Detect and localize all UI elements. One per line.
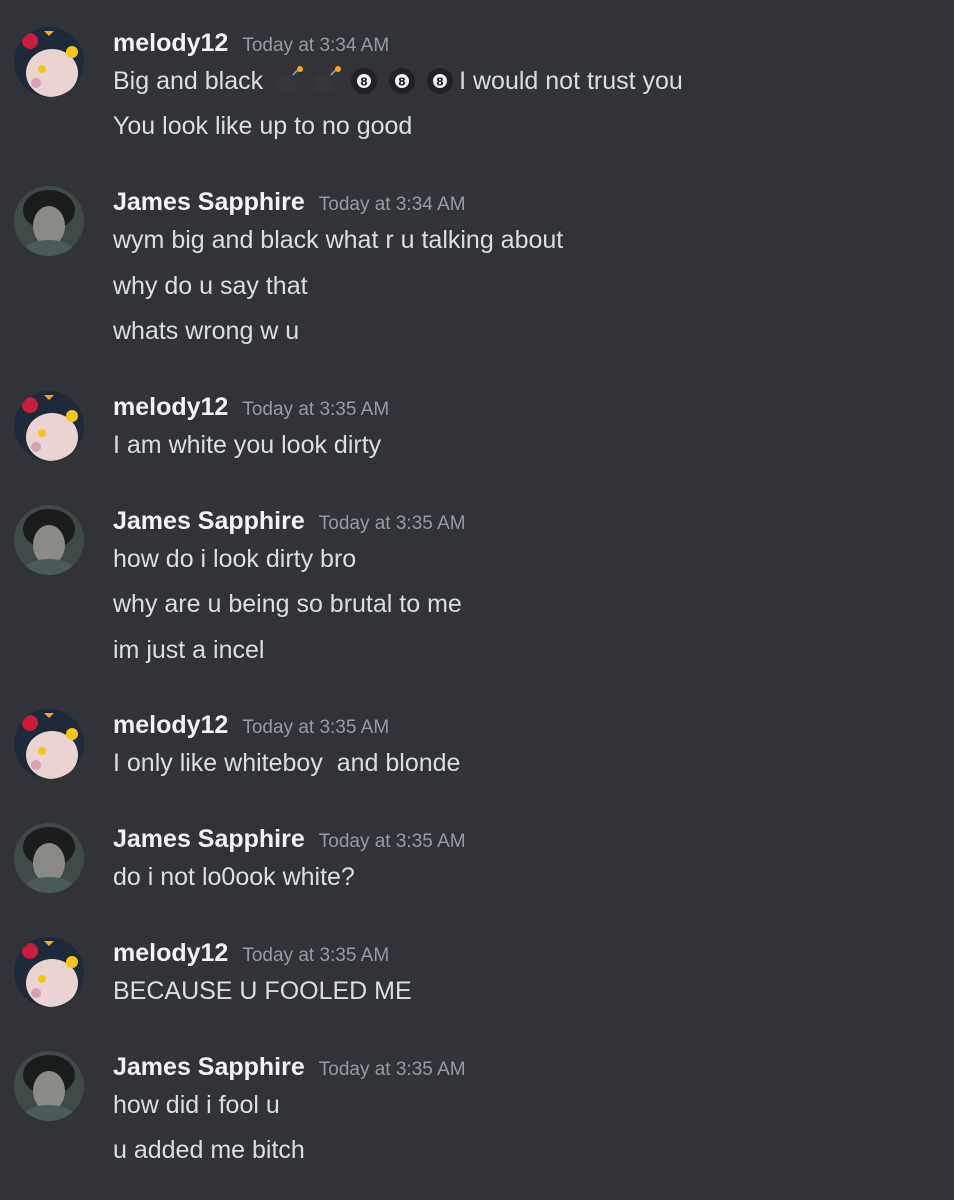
8ball-icon: 8 (349, 66, 379, 96)
message-text: why are u being so brutal to me (113, 590, 462, 618)
message-text: whats wrong w u (113, 317, 300, 345)
avatar-james-sapphire[interactable] (14, 823, 84, 893)
username[interactable]: melody12 (113, 391, 228, 423)
message-text: how did i fool u (113, 1091, 280, 1119)
avatar-james-sapphire[interactable] (14, 186, 84, 256)
avatar-melody12[interactable] (14, 391, 84, 461)
bomb-icon (311, 66, 342, 96)
message-text: I only like whiteboy and blonde (113, 749, 461, 777)
avatar-melody12[interactable] (14, 27, 84, 97)
timestamp: Today at 3:35 AM (318, 513, 466, 534)
svg-text:8: 8 (436, 76, 444, 89)
8ball-icon: 8 (387, 66, 417, 96)
message-text: how do i look dirty bro (113, 545, 357, 573)
timestamp: Today at 3:34 AM (318, 194, 466, 215)
message-text: BECAUSE U FOOLED ME (113, 977, 412, 1005)
avatar-melody12[interactable] (14, 709, 84, 779)
message-header: melody12 Today at 3:35 AM (113, 937, 389, 969)
avatar-melody12[interactable] (14, 937, 84, 1007)
timestamp: Today at 3:35 AM (242, 717, 390, 738)
message-text: I am white you look dirty (113, 431, 382, 459)
message-text: Big and black 8 8 8 I would not trust yo… (113, 65, 683, 97)
timestamp: Today at 3:34 AM (242, 35, 390, 56)
message-header: melody12 Today at 3:35 AM (113, 709, 389, 741)
message-text: You look like up to no good (113, 112, 413, 140)
message-header: James Sapphire Today at 3:34 AM (113, 186, 466, 218)
message-header: James Sapphire Today at 3:35 AM (113, 823, 466, 855)
message-text-part: I would not trust you (459, 67, 683, 95)
message-text: wym big and black what r u talking about (113, 226, 564, 254)
username[interactable]: James Sapphire (113, 823, 305, 855)
chat-message-list: melody12 Today at 3:34 AM Big and black … (0, 0, 954, 1200)
message-header: James Sapphire Today at 3:35 AM (113, 505, 466, 537)
username[interactable]: James Sapphire (113, 186, 305, 218)
username[interactable]: melody12 (113, 709, 228, 741)
message-header: melody12 Today at 3:34 AM (113, 27, 389, 59)
svg-text:8: 8 (360, 76, 368, 89)
timestamp: Today at 3:35 AM (242, 945, 390, 966)
message-text: u added me bitch (113, 1136, 305, 1164)
username[interactable]: melody12 (113, 937, 228, 969)
avatar-james-sapphire[interactable] (14, 1051, 84, 1121)
username[interactable]: James Sapphire (113, 505, 305, 537)
bomb-icon (273, 66, 304, 96)
8ball-icon: 8 (425, 66, 455, 96)
username[interactable]: James Sapphire (113, 1051, 305, 1083)
message-header: melody12 Today at 3:35 AM (113, 391, 389, 423)
message-text: do i not lo0ook white? (113, 863, 355, 891)
timestamp: Today at 3:35 AM (318, 1059, 466, 1080)
timestamp: Today at 3:35 AM (318, 831, 466, 852)
username[interactable]: melody12 (113, 27, 228, 59)
message-text-part: Big and black (113, 67, 264, 95)
message-text: why do u say that (113, 272, 308, 300)
avatar-james-sapphire[interactable] (14, 505, 84, 575)
message-text: im just a incel (113, 636, 265, 664)
svg-text:8: 8 (398, 76, 406, 89)
timestamp: Today at 3:35 AM (242, 399, 390, 420)
message-header: James Sapphire Today at 3:35 AM (113, 1051, 466, 1083)
